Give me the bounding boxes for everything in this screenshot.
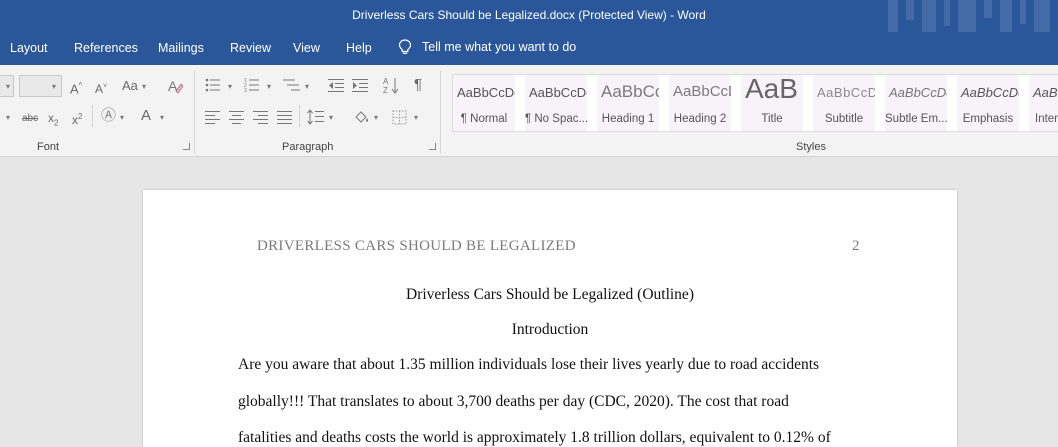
style-subtitle[interactable]: AaBbCcD Subtitle [813,75,879,131]
text-effects-icon[interactable]: Ⓐ [101,108,116,124]
style-preview: AaBbCcDc [889,85,951,100]
sort-icon[interactable]: A Z [383,76,399,94]
borders-icon[interactable] [392,110,407,125]
divider [92,105,93,127]
document-title: Driverless Cars Should be Legalized (Out… [406,286,694,303]
style-label: ¶ Normal [460,113,508,125]
font-group-label: Font [37,141,60,153]
style-heading-1[interactable]: AaBbCc Heading 1 [597,75,663,131]
style-label: Inter [1035,113,1058,125]
line-spacing-icon[interactable] [307,109,325,125]
tell-me-box[interactable]: Tell me what you want to do [398,39,576,55]
chevron-down-icon: ▾ [305,82,310,91]
styles-gallery: AaBbCcDc ¶ Normal AaBbCcDc ¶ No Spac... … [452,74,1058,132]
ribbon-tabs: Layout References Mailings Review View H… [0,32,1058,65]
chevron-down-icon: ▾ [414,113,419,122]
svg-text:3: 3 [244,88,247,92]
title-bar: Driverless Cars Should be Legalized.docx… [0,0,1058,32]
style-preview: AaBbCcDc [529,85,591,100]
body-line: globally!!! That translates to about 3,7… [238,393,789,410]
tab-help[interactable]: Help [346,41,372,55]
style-preview: AaBbCcD [817,85,878,100]
style-preview: AaBbCc [601,82,663,101]
style-title[interactable]: AaB Title [741,75,807,131]
divider [299,105,300,127]
strikethrough-icon[interactable]: abc [22,111,38,127]
style-normal[interactable]: AaBbCcDc ¶ Normal [453,75,519,131]
bullets-icon[interactable] [205,78,221,92]
ribbon: ▾ ▾ A^ A˅ Aa ▾ A ▾ abc x2 x2 Ⓐ ▾ A ▾ Fon… [0,65,1058,157]
style-label: Title [761,113,783,125]
show-formatting-marks-icon[interactable]: ¶ [414,77,422,93]
tab-layout[interactable]: Layout [10,41,48,55]
style-preview: AaB [745,75,798,104]
chevron-down-icon: ▾ [374,113,379,122]
shrink-font-icon[interactable]: A˅ [95,79,107,97]
style-no-spacing[interactable]: AaBbCcDc ¶ No Spac... [525,75,591,131]
title-bar-pattern [888,0,1058,32]
subscript-icon[interactable]: x2 [48,110,58,131]
chevron-down-icon: ▾ [142,82,147,91]
svg-text:Z: Z [383,86,388,94]
tab-view[interactable]: View [293,41,320,55]
section-heading: Introduction [511,321,589,338]
chevron-down-icon: ▾ [329,113,334,122]
body-line: Are you aware that about 1.35 million in… [238,356,820,373]
tell-me-label: Tell me what you want to do [422,40,577,54]
running-head: DRIVERLESS CARS SHOULD BE LEGALIZED [257,238,576,254]
style-preview: AaBbCcD [673,83,735,100]
numbering-icon[interactable]: 1 2 3 [244,78,260,92]
chevron-down-icon: ▾ [120,113,125,122]
font-dialog-launcher-icon[interactable] [183,143,190,150]
multilevel-list-icon[interactable] [283,78,301,92]
clear-formatting-icon[interactable]: A [166,77,184,95]
align-center-icon[interactable] [229,111,245,124]
chevron-down-icon: ▾ [52,82,57,91]
decrease-indent-icon[interactable] [328,78,344,92]
style-subtle-emphasis[interactable]: AaBbCcDc Subtle Em... [885,75,951,131]
body-line: fatalities and deaths costs the world is… [238,429,831,446]
lightbulb-icon [398,39,412,54]
style-label: Heading 1 [601,113,655,125]
group-divider [440,71,441,153]
align-right-icon[interactable] [253,111,269,124]
style-label: Heading 2 [673,113,727,125]
style-label: Subtle Em... [885,113,948,125]
style-preview: AaBbCcDc [1033,85,1058,100]
paragraph-group-label: Paragraph [282,141,334,153]
tab-references[interactable]: References [74,41,138,55]
tab-mailings[interactable]: Mailings [158,41,204,55]
paragraph-dialog-launcher-icon[interactable] [429,143,436,150]
document-page[interactable]: DRIVERLESS CARS SHOULD BE LEGALIZED 2 Dr… [143,190,957,447]
page-number: 2 [852,238,860,254]
superscript-icon[interactable]: x2 [72,109,82,128]
style-preview: AaBbCcDc [457,85,519,100]
style-label: ¶ No Spac... [525,113,589,125]
shading-icon[interactable] [353,109,371,125]
change-case-icon[interactable]: Aa [122,78,138,94]
style-label: Subtitle [824,113,864,125]
increase-indent-icon[interactable] [352,78,368,92]
chevron-down-icon: ▾ [6,82,11,91]
chevron-down-icon: ▾ [6,113,11,122]
style-heading-2[interactable]: AaBbCcD Heading 2 [669,75,735,131]
style-intense-emphasis[interactable]: AaBbCcDc Inter [1029,75,1058,131]
align-left-icon[interactable] [205,111,221,124]
font-color-icon[interactable]: A [141,108,151,124]
group-divider [194,71,195,153]
justify-icon[interactable] [277,111,293,124]
tab-review[interactable]: Review [230,41,271,55]
chevron-down-icon: ▾ [228,82,233,91]
grow-font-icon[interactable]: A^ [70,78,82,97]
svg-text:A: A [383,77,389,86]
style-label: Emphasis [962,113,1014,125]
styles-group-label: Styles [796,141,826,153]
style-preview: AaBbCcDc [961,85,1023,100]
chevron-down-icon: ▾ [160,113,165,122]
style-emphasis[interactable]: AaBbCcDc Emphasis [957,75,1023,131]
chevron-down-icon: ▾ [267,82,272,91]
